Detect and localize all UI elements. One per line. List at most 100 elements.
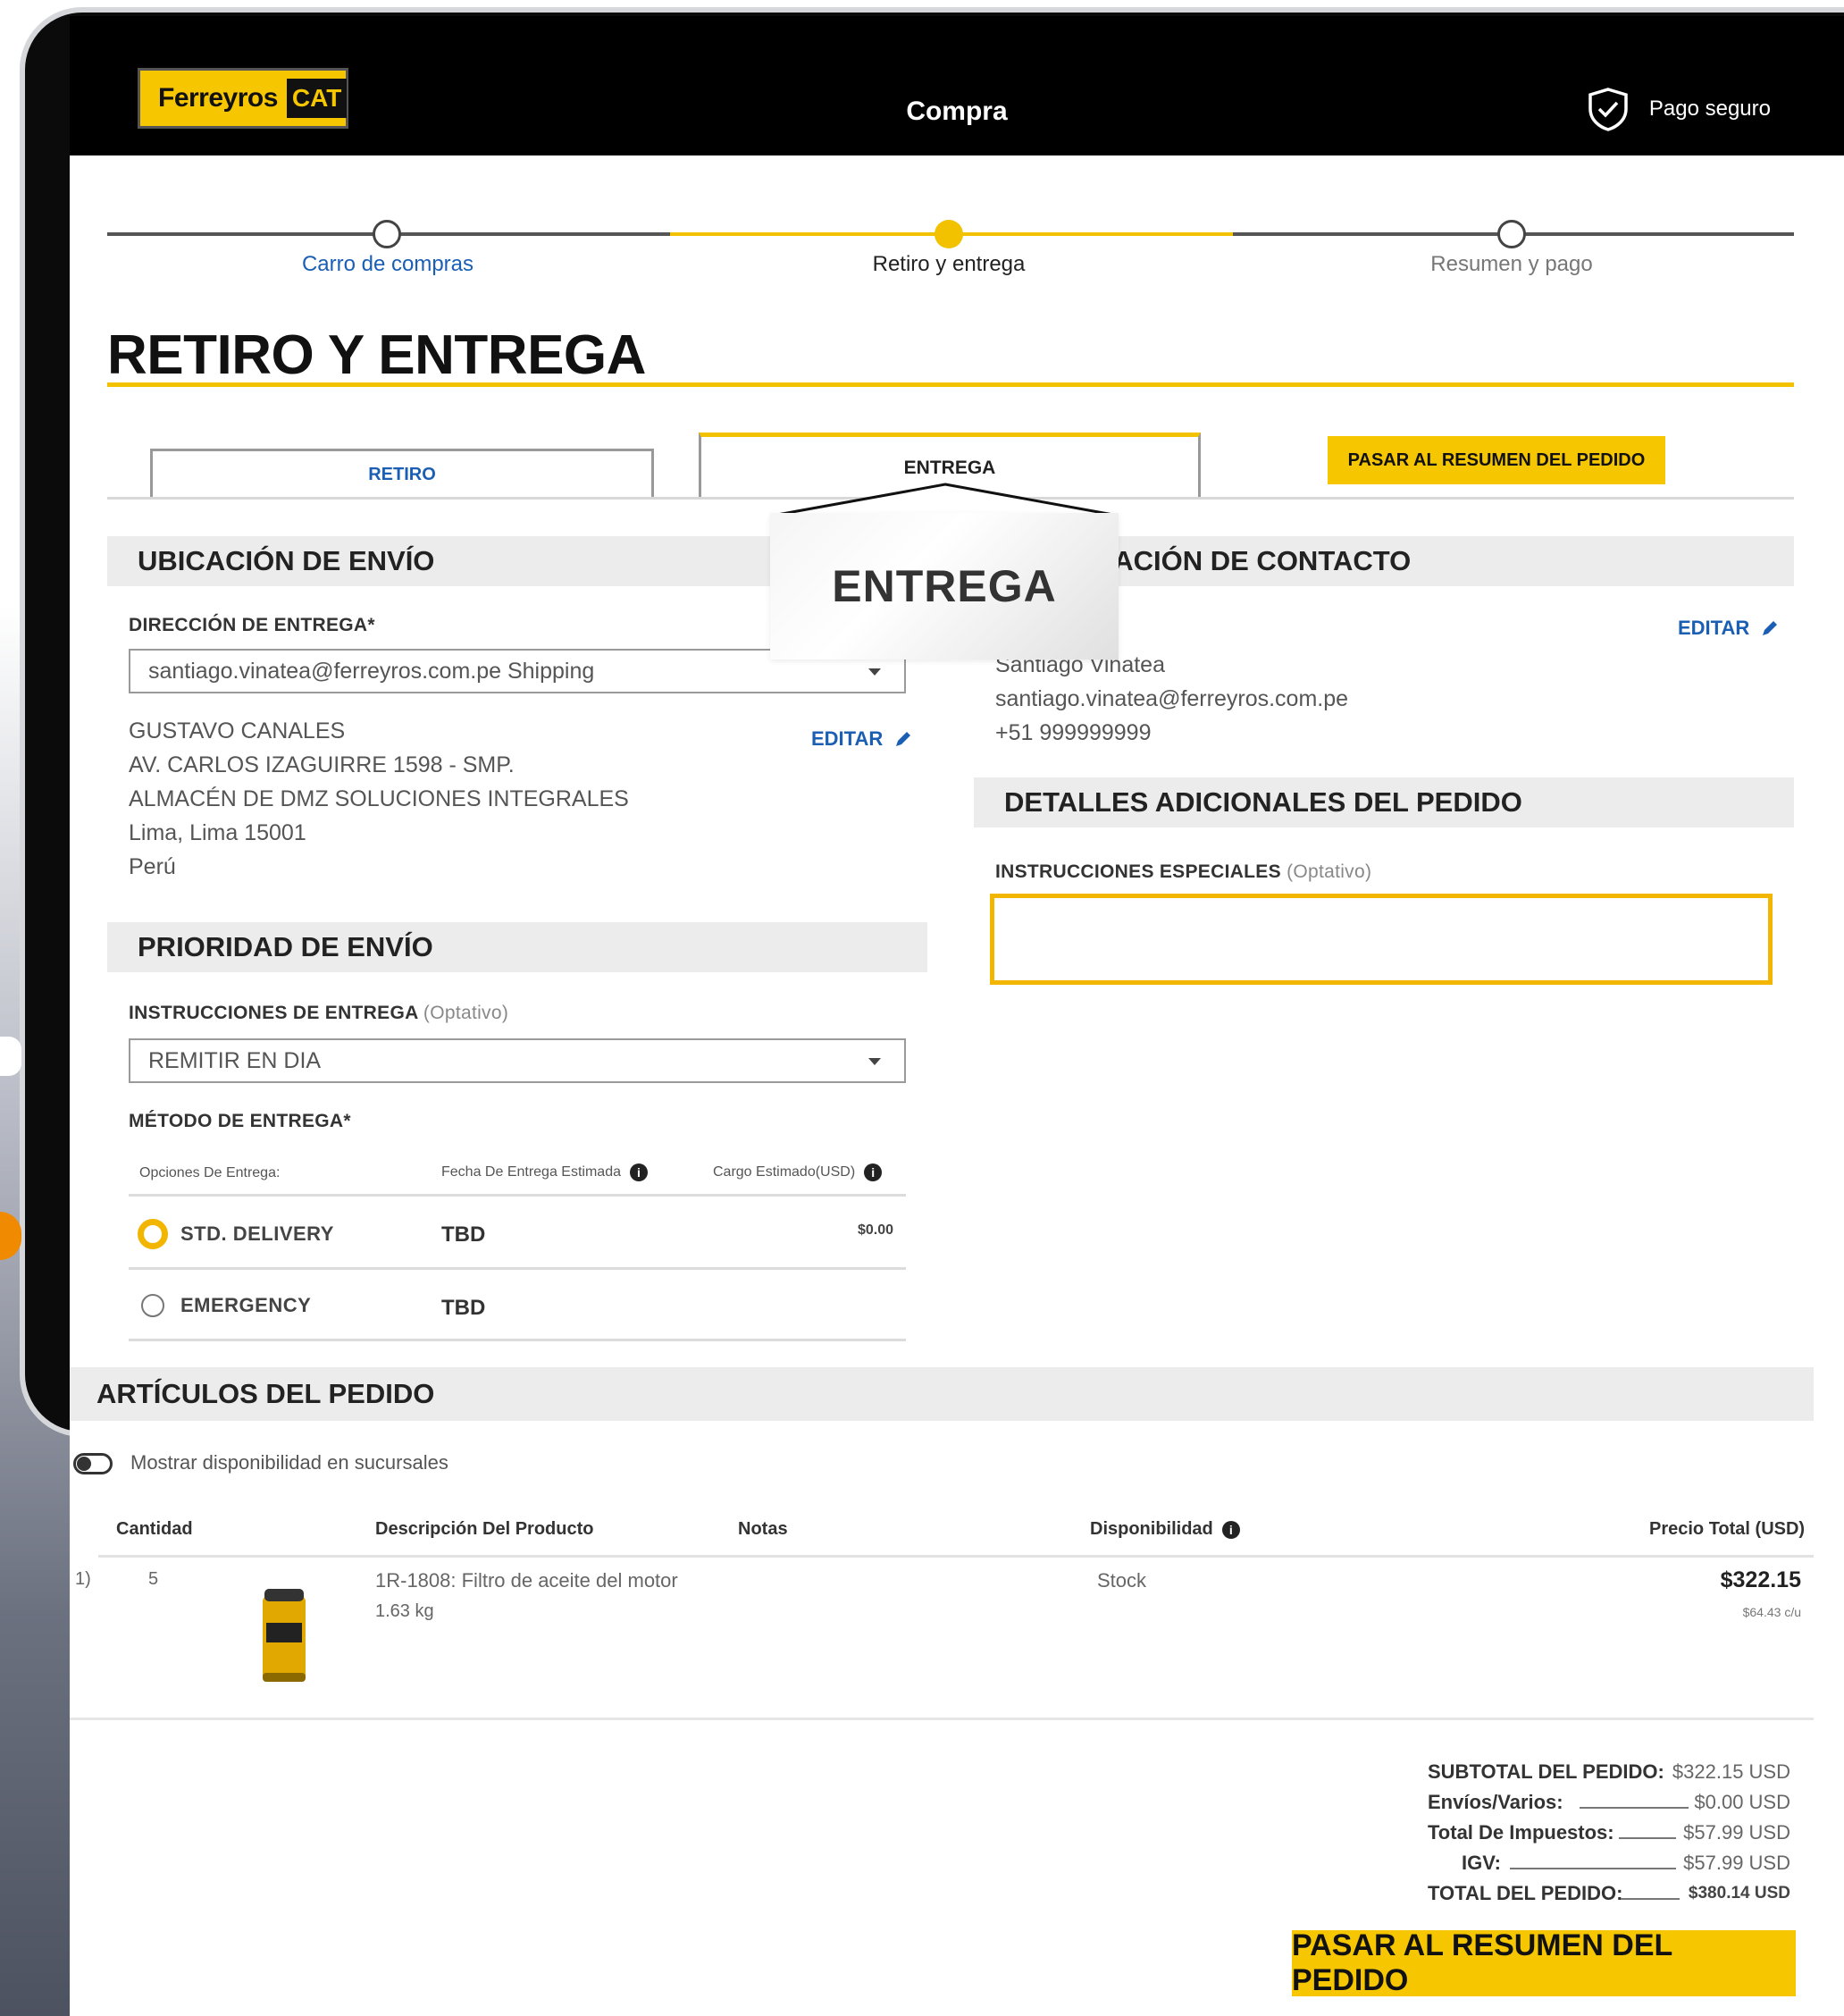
shield-check-icon xyxy=(1588,88,1628,131)
delivery-method-label: MÉTODO DE ENTREGA* xyxy=(129,1111,351,1131)
availability-toggle[interactable] xyxy=(73,1453,113,1474)
oil-filter-image xyxy=(263,1589,306,1682)
std-delivery-name: STD. DELIVERY xyxy=(180,1222,334,1245)
page-title: RETIRO Y ENTREGA xyxy=(107,324,646,386)
chevron-down-icon xyxy=(868,1058,881,1065)
std-delivery-radio[interactable] xyxy=(138,1219,168,1249)
entrega-tooltip: ENTREGA xyxy=(770,513,1119,659)
chevron-down-icon xyxy=(868,668,881,676)
progress-step-3-label: Resumen y pago xyxy=(1430,252,1593,276)
optional-tag: (Optativo) xyxy=(423,1003,509,1023)
optional-tag: (Optativo) xyxy=(1287,861,1372,882)
progress-step-2-label: Retiro y entrega xyxy=(872,252,1026,276)
tax-label: Total De Impuestos: xyxy=(1428,1821,1614,1844)
address-select-value: santiago.vinatea@ferreyros.com.pe Shippi… xyxy=(148,658,595,684)
articles-section-header: ARTÍCULOS DEL PEDIDO xyxy=(70,1367,1814,1421)
col-date-header: Fecha De Entrega Estimada i xyxy=(441,1163,648,1181)
toggle-knob xyxy=(77,1457,91,1471)
order-total-value: $380.14 USD xyxy=(1688,1884,1790,1903)
row-index: 1) xyxy=(75,1569,91,1589)
col-availability-header: Disponibilidad i xyxy=(1090,1519,1240,1540)
page-header-title: Compra xyxy=(906,97,1008,126)
special-instructions-label-text: INSTRUCCIONES ESPECIALES xyxy=(995,861,1281,882)
priority-section-header: PRIORIDAD DE ENVÍO xyxy=(107,922,927,972)
availability-toggle-label: Mostrar disponibilidad en sucursales xyxy=(130,1451,448,1474)
pencil-icon xyxy=(896,732,911,746)
progress-step-1-dot xyxy=(373,220,401,248)
tab-retiro[interactable]: RETIRO xyxy=(150,449,654,499)
info-icon[interactable]: i xyxy=(630,1163,648,1181)
table-divider xyxy=(70,1718,1814,1720)
col-desc-header: Descripción Del Producto xyxy=(375,1519,594,1539)
subtotal-label: SUBTOTAL DEL PEDIDO: xyxy=(1428,1760,1664,1783)
special-instructions-label: INSTRUCCIONES ESPECIALES (Optativo) xyxy=(995,861,1371,883)
order-total-label: TOTAL DEL PEDIDO: xyxy=(1428,1882,1623,1904)
info-icon[interactable]: i xyxy=(1221,1520,1240,1539)
col-cost-header: Cargo Estimado(USD) i xyxy=(713,1163,883,1181)
std-delivery-cost: $0.00 xyxy=(858,1222,894,1238)
row-availability: Stock xyxy=(1097,1569,1147,1592)
address-edit-link[interactable]: EDITAR xyxy=(811,727,913,751)
row-qty: 5 xyxy=(148,1569,159,1589)
address-line: GUSTAVO CANALES xyxy=(129,718,346,743)
row-description[interactable]: 1R-1808: Filtro de aceite del motor xyxy=(375,1569,678,1592)
igv-value: $57.99 USD xyxy=(1683,1852,1790,1874)
pencil-icon xyxy=(1763,621,1778,635)
contact-email: santiago.vinatea@ferreyros.com.pe xyxy=(995,686,1349,711)
dotted-leader xyxy=(1580,1807,1689,1809)
table-divider xyxy=(129,1339,906,1341)
contact-edit-link[interactable]: EDITAR xyxy=(1678,617,1780,640)
col-notes-header: Notas xyxy=(738,1519,788,1539)
row-total: $322.15 xyxy=(1720,1567,1801,1592)
shipping-cost-label: Envíos/Varios: xyxy=(1428,1791,1563,1813)
table-divider xyxy=(129,1267,906,1270)
row-weight: 1.63 kg xyxy=(375,1601,434,1621)
details-section-header: DETALLES ADICIONALES DEL PEDIDO xyxy=(974,777,1794,827)
dotted-leader xyxy=(1510,1868,1676,1869)
col-total-header: Precio Total (USD) xyxy=(1649,1519,1806,1539)
summary-button-top[interactable]: PASAR AL RESUMEN DEL PEDIDO xyxy=(1328,436,1665,484)
emergency-date: TBD xyxy=(441,1296,486,1320)
address-label: DIRECCIÓN DE ENTREGA* xyxy=(129,615,375,635)
address-line: AV. CARLOS IZAGUIRRE 1598 - SMP. xyxy=(129,752,515,777)
delivery-instructions-value: REMITIR EN DIA xyxy=(148,1047,322,1073)
address-line: ALMACÉN DE DMZ SOLUCIONES INTEGRALES xyxy=(129,786,629,811)
shipping-cost-value: $0.00 USD xyxy=(1694,1791,1790,1813)
delivery-instructions-label-text: INSTRUCCIONES DE ENTREGA xyxy=(129,1003,418,1023)
std-delivery-date: TBD xyxy=(441,1222,486,1247)
secure-label: Pago seguro xyxy=(1648,97,1771,121)
delivery-instructions-label: INSTRUCCIONES DE ENTREGA (Optativo) xyxy=(129,1003,508,1024)
contact-phone: +51 999999999 xyxy=(995,720,1152,745)
emergency-radio[interactable] xyxy=(141,1294,164,1317)
title-underline xyxy=(107,382,1794,387)
igv-label: IGV: xyxy=(1462,1852,1502,1874)
summary-button-bottom[interactable]: PASAR AL RESUMEN DEL PEDIDO xyxy=(1292,1928,1796,1997)
row-unit-price: $64.43 c/u xyxy=(1742,1605,1801,1619)
address-line: Lima, Lima 15001 xyxy=(129,820,306,845)
top-bar: Ferreyros CAT Compra Pago seguro xyxy=(70,16,1844,155)
emergency-name: EMERGENCY xyxy=(180,1294,312,1316)
progress-step-1-label[interactable]: Carro de compras xyxy=(227,252,549,277)
table-divider xyxy=(98,1555,1814,1558)
special-instructions-input[interactable] xyxy=(990,894,1773,985)
address-line: Perú xyxy=(129,854,176,879)
progress-step-3-dot xyxy=(1497,220,1526,248)
contact-edit-label: EDITAR xyxy=(1678,617,1750,639)
col-availability-header-text: Disponibilidad xyxy=(1090,1519,1213,1539)
progress-step-2-dot xyxy=(935,220,963,248)
dotted-leader xyxy=(1619,1837,1676,1839)
secure-payment: Pago seguro xyxy=(1585,86,1771,132)
col-date-header-text: Fecha De Entrega Estimada xyxy=(441,1164,621,1180)
address-edit-label: EDITAR xyxy=(811,727,884,750)
info-icon[interactable]: i xyxy=(864,1163,883,1181)
tooltip-text: ENTREGA xyxy=(832,561,1057,611)
table-divider xyxy=(129,1194,906,1197)
delivery-instructions-select[interactable]: REMITIR EN DIA xyxy=(129,1038,906,1083)
subtotal-value: $322.15 USD xyxy=(1672,1760,1790,1783)
col-options-header: Opciones De Entrega: xyxy=(139,1165,281,1180)
side-tab xyxy=(0,1037,21,1076)
col-cost-header-text: Cargo Estimado(USD) xyxy=(713,1164,856,1180)
col-qty-header: Cantidad xyxy=(116,1519,193,1539)
tax-value: $57.99 USD xyxy=(1683,1821,1790,1844)
dotted-leader xyxy=(1621,1898,1680,1900)
